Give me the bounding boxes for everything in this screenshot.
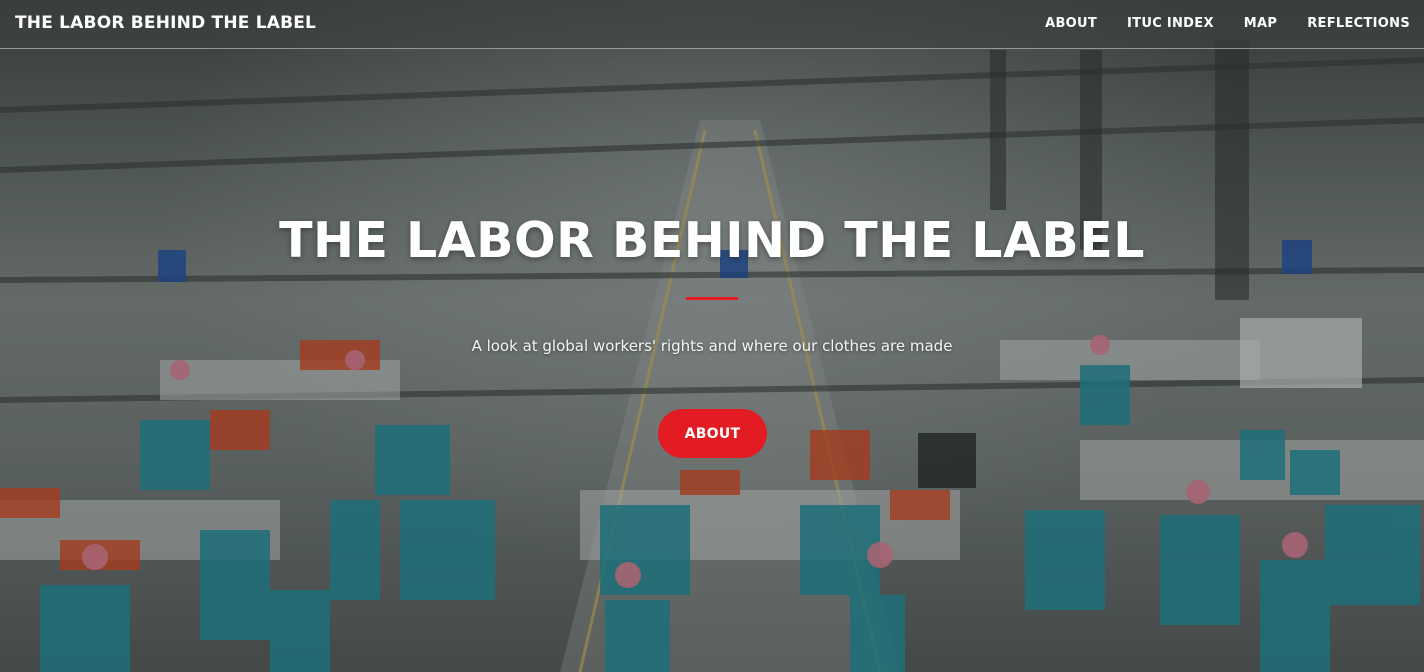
page: THE LABOR BEHIND THE LABEL ABOUT ITUC IN… bbox=[0, 0, 1424, 672]
hero-title: THE LABOR BEHIND THE LABEL bbox=[279, 212, 1145, 269]
brand-link[interactable]: THE LABOR BEHIND THE LABEL bbox=[15, 13, 316, 33]
hero-overlay bbox=[0, 0, 1424, 672]
nav-link-map[interactable]: MAP bbox=[1244, 16, 1277, 31]
nav-link-about[interactable]: ABOUT bbox=[1045, 16, 1097, 31]
top-navbar: THE LABOR BEHIND THE LABEL ABOUT ITUC IN… bbox=[0, 0, 1424, 49]
nav-link-ituc-index[interactable]: ITUC INDEX bbox=[1127, 16, 1214, 31]
hero-subtitle: A look at global workers' rights and whe… bbox=[471, 337, 953, 355]
hero-divider bbox=[686, 297, 738, 300]
nav-link-reflections[interactable]: REFLECTIONS bbox=[1307, 16, 1410, 31]
nav-links: ABOUT ITUC INDEX MAP REFLECTIONS bbox=[1045, 16, 1410, 31]
about-button[interactable]: ABOUT bbox=[658, 409, 767, 458]
